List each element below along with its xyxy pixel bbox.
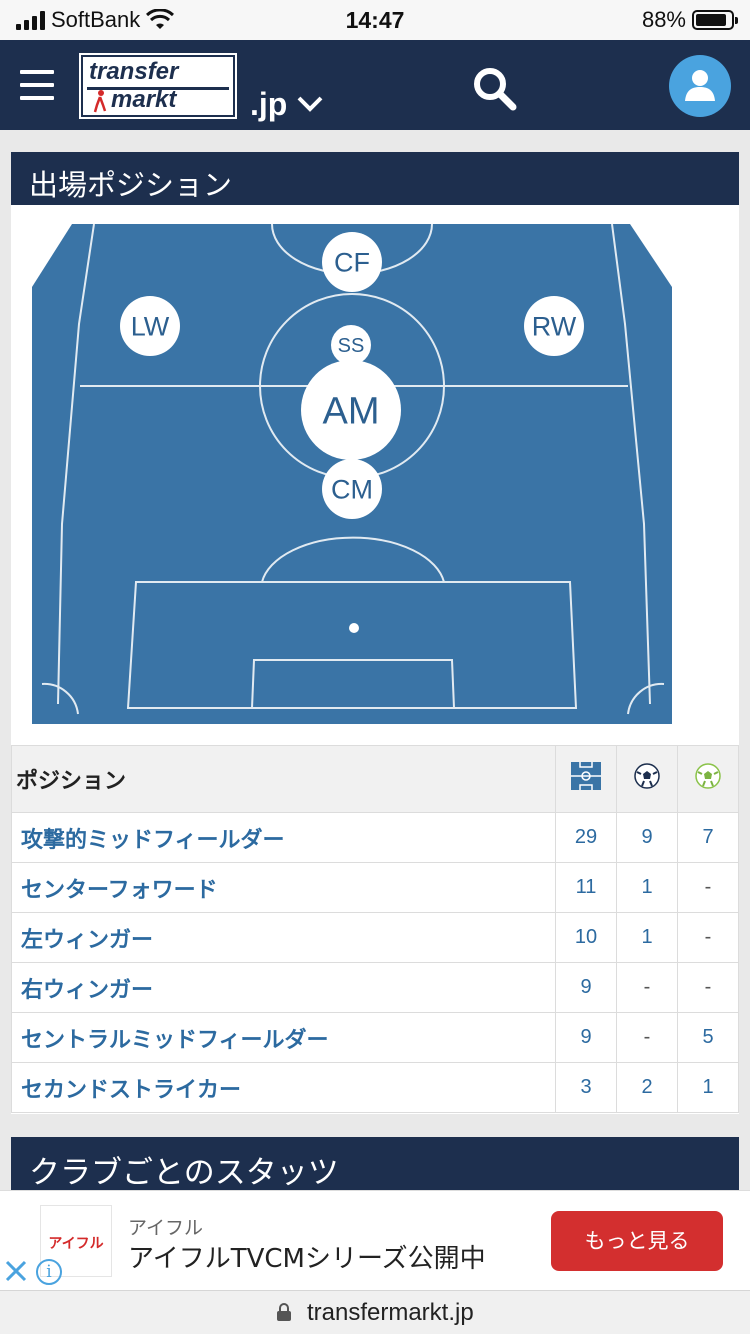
- battery-icon: [692, 10, 738, 30]
- ad-banner[interactable]: アイフル アイフル アイフルTVCMシリーズ公開中 もっと見る i: [0, 1190, 750, 1290]
- assists-cell: 7: [677, 812, 739, 863]
- assists-column-header: [677, 745, 739, 813]
- logo-text-top: transfer: [89, 58, 179, 85]
- logo-text-bottom: markt: [111, 86, 177, 113]
- search-icon[interactable]: [470, 64, 518, 112]
- goals-cell: -: [616, 962, 678, 1013]
- ball-assist-icon: [695, 763, 721, 789]
- close-icon[interactable]: [4, 1259, 28, 1283]
- assists-cell: -: [677, 912, 739, 963]
- pitch-marker-rw: RW: [524, 296, 584, 356]
- table-header-row: ポジション: [11, 745, 739, 813]
- ball-icon: [634, 763, 660, 789]
- pitch-diagram: CF LW RW SS AM CM: [32, 224, 672, 724]
- position-column-header: ポジション: [11, 745, 556, 813]
- position-name-link[interactable]: 右ウィンガー: [11, 962, 556, 1013]
- url-text: transfermarkt.jp: [306, 1299, 474, 1326]
- assists-cell: -: [677, 962, 739, 1013]
- domain-label[interactable]: .jp: [250, 86, 287, 123]
- goals-cell: -: [616, 1012, 678, 1063]
- ad-sponsor: アイフル: [128, 1217, 204, 1239]
- pitch-marker-cf: CF: [322, 232, 382, 292]
- appearances-cell: 3: [555, 1062, 617, 1113]
- position-name-link[interactable]: セントラルミッドフィールダー: [11, 1012, 556, 1063]
- lock-icon: [277, 1303, 292, 1321]
- pitch-marker-label: SS: [338, 335, 365, 357]
- position-name-link[interactable]: 攻撃的ミッドフィールダー: [11, 812, 556, 863]
- browser-url-bar[interactable]: transfermarkt.jp: [0, 1290, 750, 1334]
- pitch-marker-label: AM: [323, 391, 380, 433]
- info-icon[interactable]: i: [36, 1259, 62, 1285]
- card-title: 出場ポジション: [11, 152, 739, 205]
- table-row: センターフォワード 11 1-: [11, 862, 739, 913]
- ad-cta-button[interactable]: もっと見る: [551, 1211, 723, 1271]
- club-stats-card-title: クラブごとのスタッツ: [11, 1137, 739, 1197]
- appearances-cell: 11: [555, 862, 617, 913]
- status-bar: SoftBank 14:47 88%: [0, 0, 750, 40]
- site-header: transfer markt .jp: [0, 40, 750, 130]
- assists-cell: -: [677, 862, 739, 913]
- appearances-cell: 9: [555, 962, 617, 1013]
- pitch-marker-label: LW: [131, 312, 170, 342]
- goals-column-header: [616, 745, 678, 813]
- battery-percent: 88%: [641, 7, 686, 32]
- clock: 14:47: [345, 7, 405, 33]
- assists-cell: 5: [677, 1012, 739, 1063]
- table-row: 左ウィンガー 10 1-: [11, 912, 739, 963]
- pitch-marker-am: AM: [301, 360, 401, 460]
- position-name-link[interactable]: セカンドストライカー: [11, 1062, 556, 1113]
- goals-cell: 9: [616, 812, 678, 863]
- chevron-down-icon[interactable]: [296, 94, 324, 114]
- logo-player-icon: [93, 90, 107, 113]
- goals-cell: 2: [616, 1062, 678, 1113]
- positions-card: 出場ポジション CF LW RW SS AM CM ポジション 攻撃的ミッドフィ…: [11, 152, 739, 1114]
- menu-icon[interactable]: [20, 70, 54, 100]
- pitch-marker-label: RW: [532, 312, 577, 342]
- pitch-marker-cm: CM: [322, 459, 382, 519]
- table-row: 攻撃的ミッドフィールダー 29 9 7: [11, 812, 739, 863]
- appearances-column-header: [555, 745, 617, 813]
- table-row: セントラルミッドフィールダー 9-5: [11, 1012, 739, 1063]
- appearances-cell: 10: [555, 912, 617, 963]
- user-account-button[interactable]: [669, 55, 731, 117]
- table-row: 右ウィンガー 9- -: [11, 962, 739, 1013]
- pitch-marker-lw: LW: [120, 296, 180, 356]
- goals-cell: 1: [616, 862, 678, 913]
- ad-logo-text: アイフル: [48, 1236, 104, 1252]
- pitch-marker-label: CF: [334, 248, 370, 278]
- position-name-link[interactable]: センターフォワード: [11, 862, 556, 913]
- pitch-icon: [571, 762, 601, 790]
- pitch-marker-ss: SS: [331, 325, 371, 365]
- site-logo[interactable]: transfer markt: [79, 53, 237, 119]
- position-name-link[interactable]: 左ウィンガー: [11, 912, 556, 963]
- appearances-cell: 29: [555, 812, 617, 863]
- positions-table: ポジション 攻撃的ミッドフィールダー 29 9 7 センターフォワード 11 1…: [11, 745, 739, 1113]
- assists-cell: 1: [677, 1062, 739, 1113]
- pitch-marker-label: CM: [331, 475, 373, 505]
- ad-headline[interactable]: アイフルTVCMシリーズ公開中: [128, 1238, 486, 1275]
- table-row: セカンドストライカー 3 2 1: [11, 1062, 739, 1113]
- appearances-cell: 9: [555, 1012, 617, 1063]
- goals-cell: 1: [616, 912, 678, 963]
- user-icon: [685, 70, 715, 101]
